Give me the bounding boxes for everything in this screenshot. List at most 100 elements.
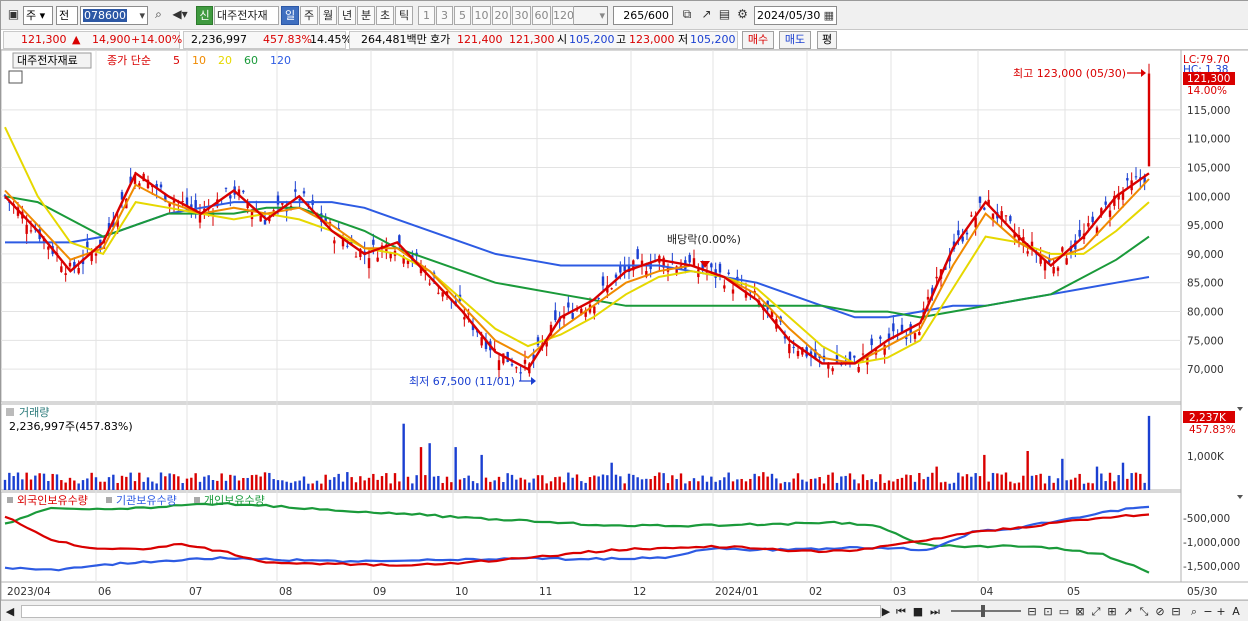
scroll-left-icon[interactable]: ◀ [3,604,17,619]
volume-bar [177,476,180,490]
chart-area[interactable]: 115,000 110,000 105,000 100,000 95,000 90,000… [0,49,1248,601]
range-tab-0[interactable]: 1 [418,6,435,25]
tool-icon-10[interactable]: ⊟ [1169,604,1183,619]
period-tab-2[interactable]: 월 [319,6,337,25]
volume-bar [879,474,882,490]
tool-icon-8[interactable]: ⤡ [1137,604,1151,619]
volume-bar [532,478,535,490]
zoom-icon[interactable]: ⌕ [1187,604,1201,619]
save-icon[interactable]: ▤ [716,6,733,25]
volume-bar [796,473,800,490]
speaker-icon[interactable]: ◀▾ [168,6,192,25]
tool-icon-1[interactable]: ⊟ [1025,604,1039,619]
volume-bar [974,473,977,490]
volume-bar [918,472,921,490]
tool-icon-7[interactable]: ↗ [1121,604,1135,619]
tool-icon-4[interactable]: ⊠ [1073,604,1087,619]
open-price: 105,200 [569,33,615,46]
candle-body [1004,215,1008,217]
tool-icon-3[interactable]: ▭ [1057,604,1071,619]
volume-bar [913,481,917,490]
calendar-icon[interactable]: ▦ [824,7,834,24]
price-change-pct: +14.00% [131,33,183,46]
volume-bar [120,475,124,490]
period-tab-5[interactable]: 초 [376,6,394,25]
zoom-out-button[interactable]: − [1202,604,1214,619]
code-value: 078600 [83,9,127,22]
period-tab-3[interactable]: 년 [338,6,356,25]
buy-button[interactable]: 매수 [742,31,774,49]
chart-type-icon[interactable]: ⧉ [677,6,697,25]
volume-bar [861,474,865,490]
market2-select[interactable]: 전 [56,6,78,25]
candle-body [688,254,691,263]
x-tick-label: 12 [633,586,646,598]
ma-legend-60: 60 [244,54,258,67]
zoom-in-button[interactable]: + [1215,604,1227,619]
candle-body [29,230,33,232]
first-icon[interactable]: ⏮ [894,604,908,619]
scrollbar-track[interactable] [21,605,881,618]
period-tab-4[interactable]: 분 [357,6,375,25]
range-tab-6[interactable]: 60 [532,6,551,25]
zoom-slider[interactable] [951,610,1021,612]
code-input[interactable]: 078600 ▾ [80,6,148,25]
tool-icon-5[interactable]: ⤢ [1089,604,1103,619]
date-field[interactable]: 2024/05/30 ▦ [754,6,837,25]
range-tab-4[interactable]: 20 [492,6,511,25]
market-select[interactable]: 주 ▾ [23,6,53,25]
range-dropdown[interactable]: ▾ [570,6,608,25]
volume-bar [853,479,856,490]
range-tab-2[interactable]: 5 [454,6,471,25]
turnover: 14.45% [310,33,352,46]
volume-bar [302,476,306,490]
current-price: 121,300 [21,33,67,46]
volume-bar [705,481,709,490]
tool-icon-6[interactable]: ⊞ [1105,604,1119,619]
sell-button[interactable]: 매도 [779,31,811,49]
volume-bar [640,479,644,490]
volume-bar [311,483,314,490]
amount: 264,481백만 [361,33,427,46]
volume-bar [389,483,392,490]
volume-bar [281,480,284,490]
tool-icon-9[interactable]: ⊘ [1153,604,1167,619]
scroll-right-icon[interactable]: ▶ [880,604,892,619]
font-button[interactable]: A [1229,604,1243,619]
search-icon[interactable]: ⌕ [150,6,167,25]
table-icon[interactable] [8,70,23,84]
volume-bar [497,476,501,490]
range-tab-1[interactable]: 3 [436,6,453,25]
range-tab-7[interactable]: 120 [552,6,574,25]
candle-body [831,368,834,372]
count-field[interactable]: 265/600 [613,6,673,25]
volume-bar [679,473,683,490]
volume-bar [757,476,761,490]
stop-icon[interactable]: ■ [911,604,925,619]
last-icon[interactable]: ⏭ [928,604,942,619]
trend-icon[interactable]: ↗ [698,6,715,25]
volume-bar [350,477,353,490]
volume-bar [1009,481,1012,490]
candle-body [437,292,440,294]
volume-bar [597,476,600,490]
range-tab-3[interactable]: 10 [472,6,491,25]
tool-icon-2[interactable]: ⊡ [1041,604,1055,619]
range-tab-5[interactable]: 30 [512,6,531,25]
volume-bar [16,472,20,490]
volume-bar [441,482,444,490]
window-icon[interactable]: ▣ [5,6,22,25]
period-tab-1[interactable]: 주 [300,6,318,25]
period-tab-6[interactable]: 틱 [395,6,413,25]
extra-button[interactable]: 평 [817,31,837,49]
zoom-slider-handle[interactable] [981,605,985,617]
volume-bar [502,482,505,490]
volume-bar [99,481,102,490]
x-tick-label: 03 [893,586,906,598]
volume-bar [203,476,206,490]
period-tab-0[interactable]: 일 [281,6,299,25]
candle-body [523,359,527,364]
candle-body [1147,73,1151,167]
volume-bar [506,473,509,490]
gear-icon[interactable]: ⚙ [734,6,751,25]
